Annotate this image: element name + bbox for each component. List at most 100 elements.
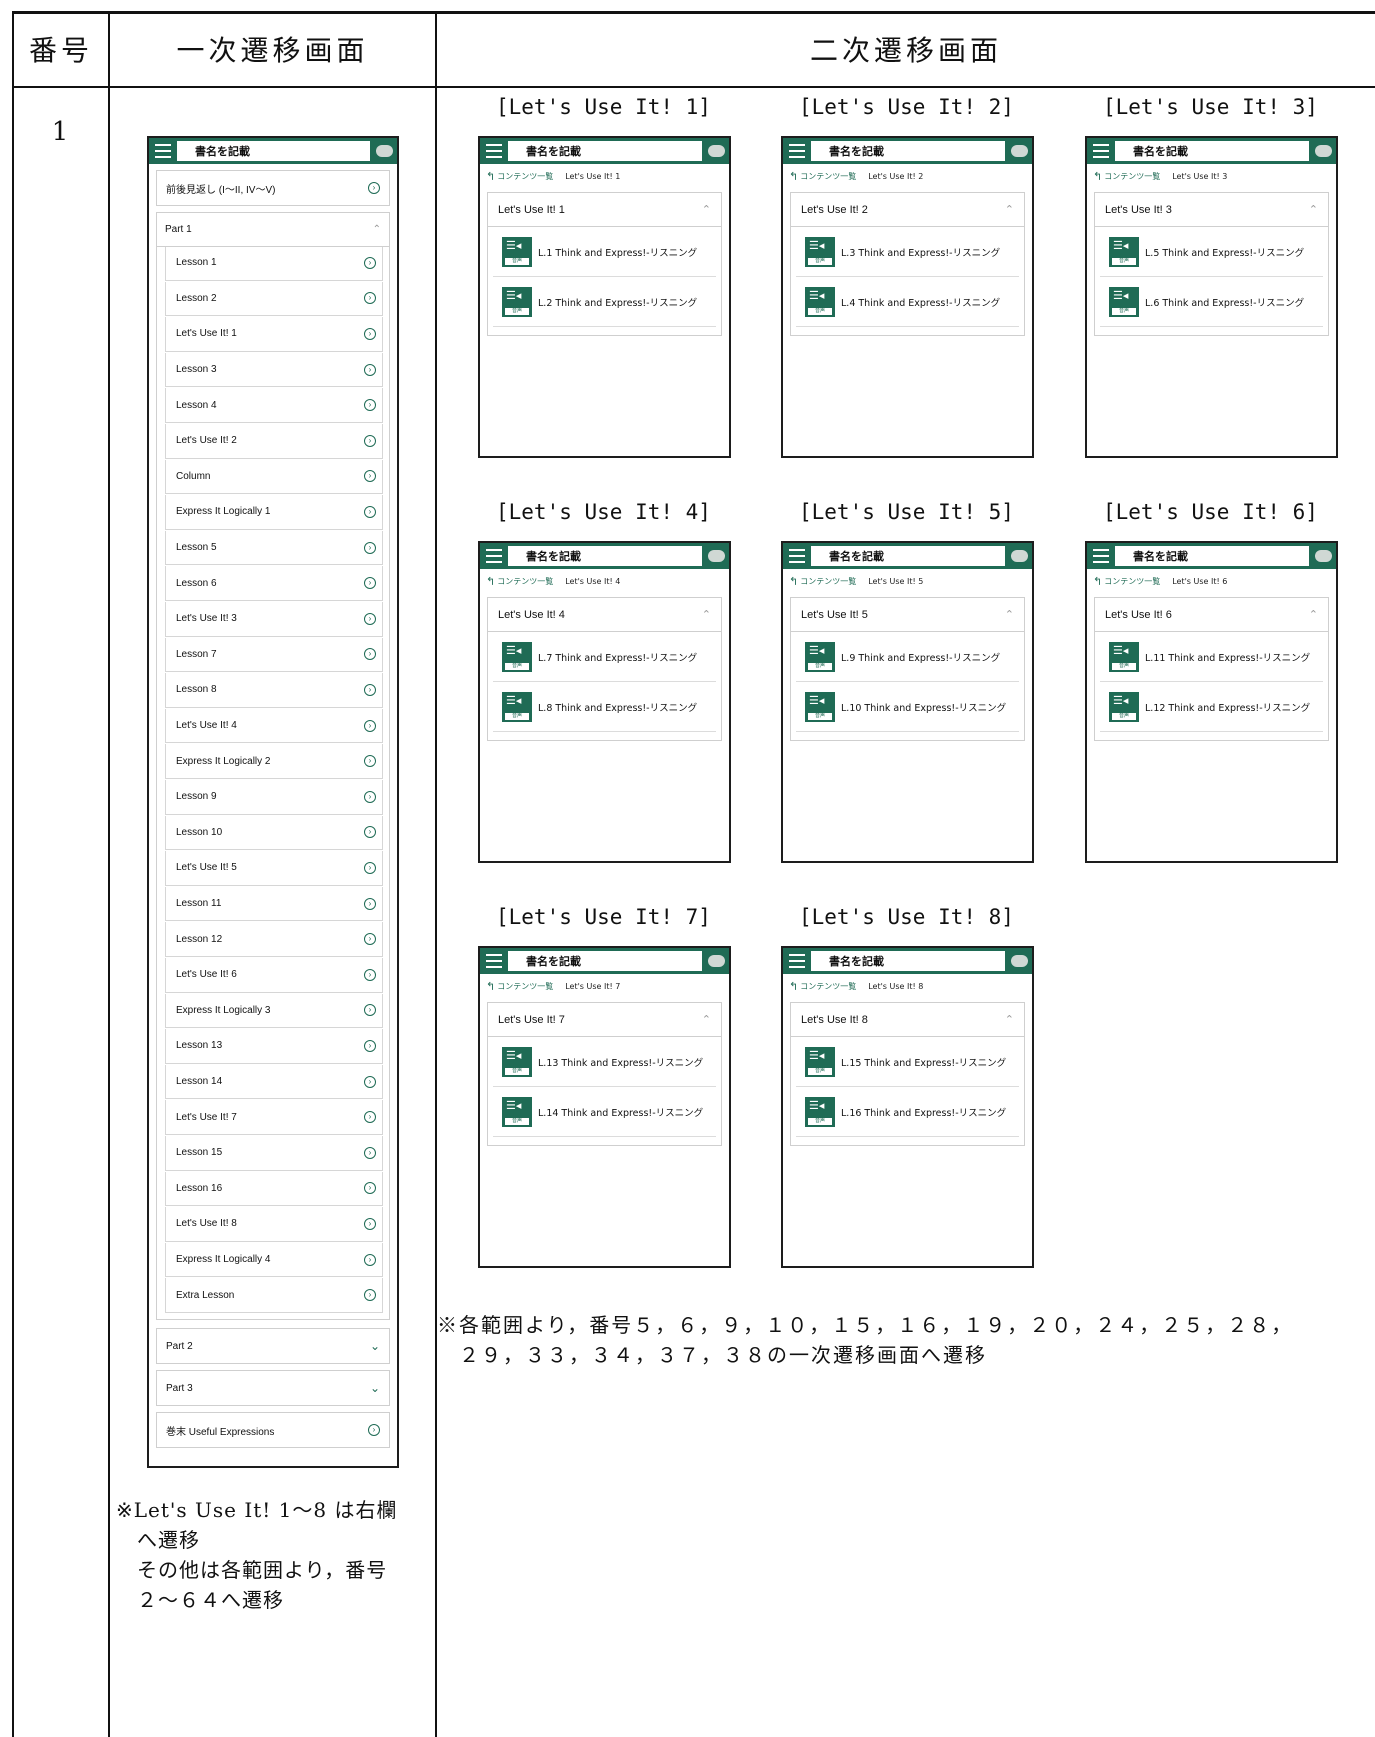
audio-list-item[interactable]: ☰◂ 音声 L.10 Think and Express!-リスニング [796,682,1019,732]
list-item[interactable]: Column › [165,459,383,495]
hamburger-menu-icon[interactable] [1091,141,1111,161]
list-item[interactable]: Lesson 7 › [165,637,383,673]
list-item[interactable]: Lesson 4 › [165,388,383,423]
list-item[interactable]: Lesson 12 › [165,922,383,957]
list-item[interactable]: Let's Use It! 6 › [165,958,383,993]
audio-list-item[interactable]: ☰◂ 音声 L.2 Think and Express!-リスニング [493,277,716,327]
list-item[interactable]: Lesson 9 › [165,780,383,815]
audio-list-item[interactable]: ☰◂ 音声 L.12 Think and Express!-リスニング [1100,682,1323,732]
part-header-collapsed[interactable]: Part 3 ⌄ [156,1370,390,1406]
list-item[interactable]: Express It Logically 4 › [165,1242,383,1278]
audio-list-item[interactable]: ☰◂ 音声 L.11 Think and Express!-リスニング [1100,632,1323,682]
back-arrow-icon[interactable]: ↰ [789,980,798,993]
list-item[interactable]: Let's Use It! 8 › [165,1207,383,1242]
list-item[interactable]: Express It Logically 3 › [165,993,383,1029]
breadcrumb-home[interactable]: コンテンツ一覧 [1104,171,1160,182]
list-item[interactable]: Lesson 1 › [165,246,383,281]
audio-list-item[interactable]: ☰◂ 音声 L.14 Think and Express!-リスニング [493,1087,716,1137]
back-arrow-icon[interactable]: ↰ [1093,170,1102,183]
audio-list-item[interactable]: ☰◂ 音声 L.13 Think and Express!-リスニング [493,1037,716,1087]
list-item[interactable]: Let's Use It! 4 › [165,708,383,744]
audio-list-item[interactable]: ☰◂ 音声 L.4 Think and Express!-リスニング [796,277,1019,327]
audio-list-item[interactable]: ☰◂ 音声 L.1 Think and Express!-リスニング [493,227,716,277]
audio-list-item[interactable]: ☰◂ 音声 L.3 Think and Express!-リスニング [796,227,1019,277]
audio-list-item[interactable]: ☰◂ 音声 L.5 Think and Express!-リスニング [1100,227,1323,277]
list-item[interactable]: Let's Use It! 1 › [165,317,383,352]
toggle-pill-icon[interactable] [1011,955,1028,967]
breadcrumb-home[interactable]: コンテンツ一覧 [800,171,856,182]
hamburger-menu-icon[interactable] [1091,546,1111,566]
toggle-pill-icon[interactable] [1315,550,1332,562]
part-header-expanded[interactable]: Part 1 ⌃ [156,212,390,246]
section-header[interactable]: Let's Use It! 4 ⌃ [488,598,721,632]
list-item[interactable]: Lesson 2 › [165,281,383,317]
list-item[interactable]: Lesson 15 › [165,1136,383,1171]
toggle-pill-icon[interactable] [708,145,725,157]
list-item[interactable]: Let's Use It! 7 › [165,1100,383,1135]
section-header[interactable]: Let's Use It! 1 ⌃ [488,193,721,227]
hamburger-menu-icon[interactable] [484,546,504,566]
list-item[interactable]: Let's Use It! 2 › [165,424,383,459]
list-item[interactable]: Lesson 3 › [165,352,383,388]
back-arrow-icon[interactable]: ↰ [789,170,798,183]
breadcrumb-home[interactable]: コンテンツ一覧 [1104,576,1160,587]
section-header[interactable]: Let's Use It! 5 ⌃ [791,598,1024,632]
hamburger-menu-icon[interactable] [484,141,504,161]
toggle-pill-icon[interactable] [1315,145,1332,157]
toggle-pill-icon[interactable] [708,550,725,562]
list-item-label: Let's Use It! 7 [176,1111,237,1123]
section-header[interactable]: Let's Use It! 7 ⌃ [488,1003,721,1037]
section-header[interactable]: Let's Use It! 3 ⌃ [1095,193,1328,227]
list-item[interactable]: Lesson 8 › [165,673,383,708]
list-item-label: Lesson 12 [176,933,223,945]
part-header-collapsed[interactable]: Part 2 ⌄ [156,1328,390,1364]
list-item-link[interactable]: 前後見返し (I〜II, IV〜V) › [156,170,390,206]
section-header[interactable]: Let's Use It! 6 ⌃ [1095,598,1328,632]
back-arrow-icon[interactable]: ↰ [1093,575,1102,588]
breadcrumb-home[interactable]: コンテンツ一覧 [497,171,553,182]
back-arrow-icon[interactable]: ↰ [486,170,495,183]
list-item[interactable]: Lesson 11 › [165,886,383,922]
breadcrumb-home[interactable]: コンテンツ一覧 [800,576,856,587]
list-item-label: Part 3 [166,1382,193,1394]
list-item[interactable]: Let's Use It! 3 › [165,602,383,637]
hamburger-menu-icon[interactable] [153,141,173,161]
audio-icon: ☰◂ 音声 [502,286,532,317]
breadcrumb-home[interactable]: コンテンツ一覧 [497,981,553,992]
list-item[interactable]: Lesson 5 › [165,530,383,566]
list-item[interactable]: Lesson 16 › [165,1171,383,1207]
list-item[interactable]: Extra Lesson › [165,1278,383,1313]
toggle-pill-icon[interactable] [708,955,725,967]
audio-list-item[interactable]: ☰◂ 音声 L.15 Think and Express!-リスニング [796,1037,1019,1087]
back-arrow-icon[interactable]: ↰ [486,980,495,993]
list-item[interactable]: Lesson 13 › [165,1029,383,1064]
toggle-pill-icon[interactable] [376,145,393,157]
back-arrow-icon[interactable]: ↰ [486,575,495,588]
hamburger-menu-icon[interactable] [787,141,807,161]
audio-list-item[interactable]: ☰◂ 音声 L.8 Think and Express!-リスニング [493,682,716,732]
list-item[interactable]: Let's Use It! 5 › [165,851,383,886]
list-item[interactable]: Express It Logically 2 › [165,744,383,779]
list-item[interactable]: Lesson 6 › [165,566,383,601]
list-item-label: Lesson 11 [176,898,222,910]
chevron-circle-right-icon: › [364,897,376,910]
section-header[interactable]: Let's Use It! 8 ⌃ [791,1003,1024,1037]
audio-list-item[interactable]: ☰◂ 音声 L.9 Think and Express!-リスニング [796,632,1019,682]
breadcrumb-home[interactable]: コンテンツ一覧 [497,576,553,587]
list-item[interactable]: Lesson 14 › [165,1064,383,1100]
list-item[interactable]: Lesson 10 › [165,815,383,851]
hamburger-menu-icon[interactable] [787,951,807,971]
audio-label: 音声 [808,712,832,720]
audio-list-item[interactable]: ☰◂ 音声 L.7 Think and Express!-リスニング [493,632,716,682]
list-item-link[interactable]: 巻末 Useful Expressions › [156,1412,390,1448]
section-header[interactable]: Let's Use It! 2 ⌃ [791,193,1024,227]
hamburger-menu-icon[interactable] [484,951,504,971]
breadcrumb-home[interactable]: コンテンツ一覧 [800,981,856,992]
toggle-pill-icon[interactable] [1011,145,1028,157]
list-item[interactable]: Express It Logically 1 › [165,495,383,530]
audio-list-item[interactable]: ☰◂ 音声 L.6 Think and Express!-リスニング [1100,277,1323,327]
toggle-pill-icon[interactable] [1011,550,1028,562]
hamburger-menu-icon[interactable] [787,546,807,566]
audio-list-item[interactable]: ☰◂ 音声 L.16 Think and Express!-リスニング [796,1087,1019,1137]
back-arrow-icon[interactable]: ↰ [789,575,798,588]
